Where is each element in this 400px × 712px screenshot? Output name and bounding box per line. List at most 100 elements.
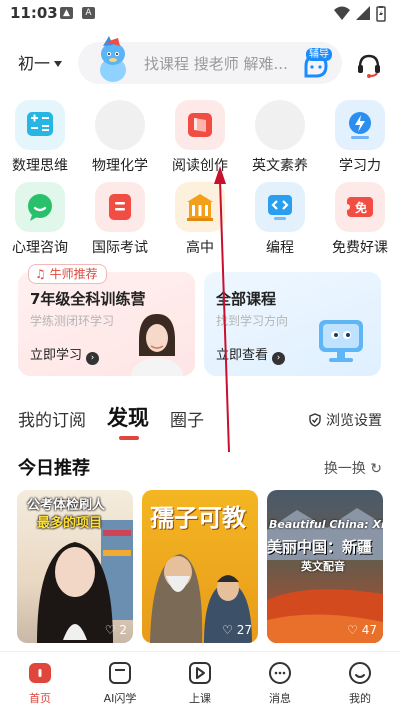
category-label: 编程 bbox=[266, 240, 294, 256]
category-counseling[interactable]: 心理咨询 bbox=[0, 182, 80, 257]
grade-selector[interactable]: 初一 bbox=[18, 50, 63, 74]
mascot-icon bbox=[100, 36, 126, 82]
refresh-button[interactable]: 换一换 ↻ bbox=[324, 458, 382, 478]
card-overlay-text: 最多的项目 bbox=[37, 516, 103, 531]
category-free-courses[interactable]: 免 免费好课 bbox=[320, 182, 400, 257]
category-label: 英文素养 bbox=[252, 158, 308, 174]
promo-cta[interactable]: 立即学习 › bbox=[30, 344, 100, 365]
profile-icon bbox=[349, 662, 371, 684]
image-icon: ▲ bbox=[60, 7, 73, 19]
category-programming[interactable]: 编程 bbox=[240, 182, 320, 257]
caret-down-icon bbox=[54, 61, 63, 67]
recommend-header: 今日推荐 换一换 ↻ bbox=[0, 452, 400, 482]
nav-label: 我的 bbox=[349, 692, 371, 705]
card-likes: ♡ 47 bbox=[347, 623, 377, 637]
category-international-exam[interactable]: 国际考试 bbox=[80, 182, 160, 257]
category-label: 免费好课 bbox=[332, 240, 388, 256]
heart-icon: ♡ bbox=[222, 623, 233, 637]
card-overlay-text: Beautiful China: Xinjiang bbox=[269, 518, 383, 531]
promo-subtitle: 找到学习方向 bbox=[216, 314, 289, 328]
play-class-icon bbox=[189, 662, 211, 684]
category-learning-ability[interactable]: 学习力 bbox=[320, 100, 400, 175]
status-time: 11:03 bbox=[10, 4, 58, 22]
chevron-right-icon: › bbox=[272, 352, 286, 365]
nav-label: AI闪学 bbox=[103, 692, 137, 705]
nav-home[interactable]: 首页 bbox=[0, 652, 80, 712]
home-icon bbox=[29, 663, 51, 683]
exam-icon bbox=[95, 182, 145, 232]
grade-label: 初一 bbox=[18, 54, 51, 73]
recommend-card[interactable]: 公考体检刷人 最多的项目 ♡ 2 bbox=[17, 490, 133, 643]
category-math[interactable]: 数理思维 bbox=[0, 100, 80, 175]
tab-circles[interactable]: 圈子 bbox=[170, 406, 204, 431]
card-overlay-text: 英文配音 bbox=[301, 560, 345, 573]
promo-card-camp[interactable]: ♫ 牛师推荐 7年级全科训练营 学练测闭环学习 立即学习 › bbox=[18, 264, 195, 376]
search-row: 初一 找课程 搜老师 解难... 辅导 bbox=[0, 36, 400, 92]
message-icon bbox=[269, 662, 291, 684]
browse-settings-button[interactable]: 浏览设置 bbox=[308, 410, 382, 430]
refresh-icon: ↻ bbox=[370, 461, 382, 477]
svg-text:免: 免 bbox=[355, 200, 367, 215]
recommend-card[interactable]: 孺子可教 ♡ 27 bbox=[142, 490, 258, 643]
category-english[interactable]: 英文素养 bbox=[240, 100, 320, 175]
nav-label: 首页 bbox=[29, 692, 51, 705]
category-reading-writing[interactable]: 阅读创作 bbox=[160, 100, 240, 175]
nav-label: 上课 bbox=[189, 692, 211, 705]
lightning-icon bbox=[335, 100, 385, 150]
category-label: 高中 bbox=[186, 240, 214, 256]
status-bar: 11:03 ▲ A bbox=[0, 0, 400, 28]
building-icon bbox=[175, 182, 225, 232]
code-icon bbox=[255, 182, 305, 232]
headset-icon[interactable] bbox=[356, 52, 382, 78]
blank-icon bbox=[95, 100, 145, 150]
bottom-nav: 首页 AI闪学 上课 消息 我的 bbox=[0, 651, 400, 712]
card-likes: ♡ 2 bbox=[104, 623, 127, 637]
card-overlay-text: 公考体检刷人 bbox=[27, 498, 106, 513]
category-label: 国际考试 bbox=[92, 240, 148, 256]
nav-ai-learn[interactable]: AI闪学 bbox=[80, 652, 160, 712]
monitor-mascot-icon bbox=[319, 320, 363, 362]
category-label: 阅读创作 bbox=[172, 158, 228, 174]
active-tab-indicator bbox=[119, 436, 139, 440]
chevron-right-icon: › bbox=[86, 352, 100, 365]
text-a-icon: A bbox=[82, 7, 95, 19]
promo-card-all-courses[interactable]: 全部课程 找到学习方向 立即查看 › bbox=[204, 272, 381, 376]
nav-messages[interactable]: 消息 bbox=[240, 652, 320, 712]
free-ticket-icon: 免 bbox=[335, 182, 385, 232]
tutor-button[interactable]: 辅导 bbox=[298, 48, 334, 78]
category-label: 学习力 bbox=[339, 158, 381, 174]
wifi-icon bbox=[334, 6, 350, 20]
signal-icon bbox=[356, 6, 370, 20]
card-overlay-text: 美丽中国：新疆 bbox=[267, 538, 373, 556]
category-high-school[interactable]: 高中 bbox=[160, 182, 240, 257]
promo-tag: ♫ 牛师推荐 bbox=[28, 264, 107, 284]
tutor-label: 辅导 bbox=[306, 48, 332, 61]
search-placeholder: 找课程 搜老师 解难... bbox=[144, 55, 288, 73]
category-physics-chemistry[interactable]: 物理化学 bbox=[80, 100, 160, 175]
promo-subtitle: 学练测闭环学习 bbox=[30, 314, 115, 328]
heart-icon: ♡ bbox=[347, 623, 358, 637]
nav-profile[interactable]: 我的 bbox=[320, 652, 400, 712]
chat-bubble-icon bbox=[15, 182, 65, 232]
category-label: 物理化学 bbox=[92, 158, 148, 174]
promo-cta[interactable]: 立即查看 › bbox=[216, 344, 286, 365]
blank-icon bbox=[255, 100, 305, 150]
math-icon bbox=[15, 100, 65, 150]
headset-small-icon: ♫ bbox=[35, 267, 50, 281]
tab-discover[interactable]: 发现 bbox=[107, 402, 149, 432]
category-label: 心理咨询 bbox=[12, 240, 68, 256]
search-bar[interactable]: 找课程 搜老师 解难... 辅导 bbox=[78, 36, 342, 84]
feed-tabs: 我的订阅 发现 圈子 浏览设置 bbox=[0, 400, 400, 444]
promo-title: 全部课程 bbox=[216, 290, 277, 308]
tab-subscriptions[interactable]: 我的订阅 bbox=[18, 406, 86, 431]
card-likes: ♡ 27 bbox=[222, 623, 252, 637]
category-label: 数理思维 bbox=[12, 158, 68, 174]
status-right-icons bbox=[332, 5, 392, 23]
book-icon bbox=[175, 100, 225, 150]
teacher-photo bbox=[131, 314, 183, 376]
shield-check-icon bbox=[309, 413, 321, 427]
nav-class[interactable]: 上课 bbox=[160, 652, 240, 712]
heart-icon: ♡ bbox=[104, 623, 116, 637]
card-overlay-text: 孺子可教 bbox=[150, 504, 246, 532]
recommend-card[interactable]: Beautiful China: Xinjiang 美丽中国：新疆 英文配音 ♡… bbox=[267, 490, 383, 643]
